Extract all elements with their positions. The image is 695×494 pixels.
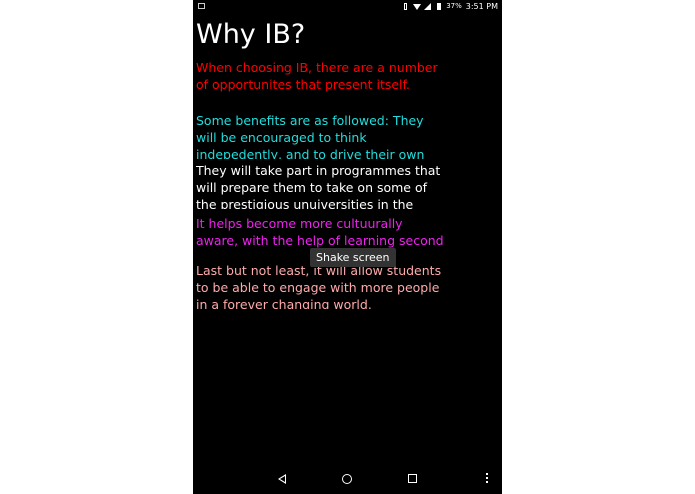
device-screen: 37% 3:51 PM Why IB? When choosing IB, th… xyxy=(193,0,502,494)
toast-message: Shake screen xyxy=(310,248,396,267)
back-icon[interactable] xyxy=(278,474,286,484)
wifi-icon xyxy=(413,3,422,10)
paragraph-benefits: Some benefits are as followed: They will… xyxy=(196,113,425,159)
battery-icon xyxy=(435,3,442,10)
home-icon[interactable] xyxy=(342,474,352,484)
recents-icon[interactable] xyxy=(408,474,417,483)
overflow-menu-icon[interactable] xyxy=(486,473,489,484)
vibrate-icon xyxy=(402,3,409,10)
paragraph-cultural-awareness: It helps become more cultuurally aware, … xyxy=(196,216,444,248)
battery-percent: 37% xyxy=(446,2,462,10)
page: 37% 3:51 PM Why IB? When choosing IB, th… xyxy=(0,0,695,494)
navigation-bar xyxy=(193,464,502,494)
status-time: 3:51 PM xyxy=(465,2,498,11)
paragraph-opportunities: When choosing IB, there are a number of … xyxy=(196,60,438,92)
paragraph-programmes: They will take part in programmes that w… xyxy=(196,163,441,209)
paragraph-engagement: Last but not least, it will allow studen… xyxy=(196,263,442,309)
signal-icon xyxy=(424,3,432,10)
status-bar: 37% 3:51 PM xyxy=(193,0,502,13)
status-icons: 37% 3:51 PM xyxy=(402,2,498,11)
page-title: Why IB? xyxy=(196,19,306,50)
image-notification-icon xyxy=(198,3,205,9)
